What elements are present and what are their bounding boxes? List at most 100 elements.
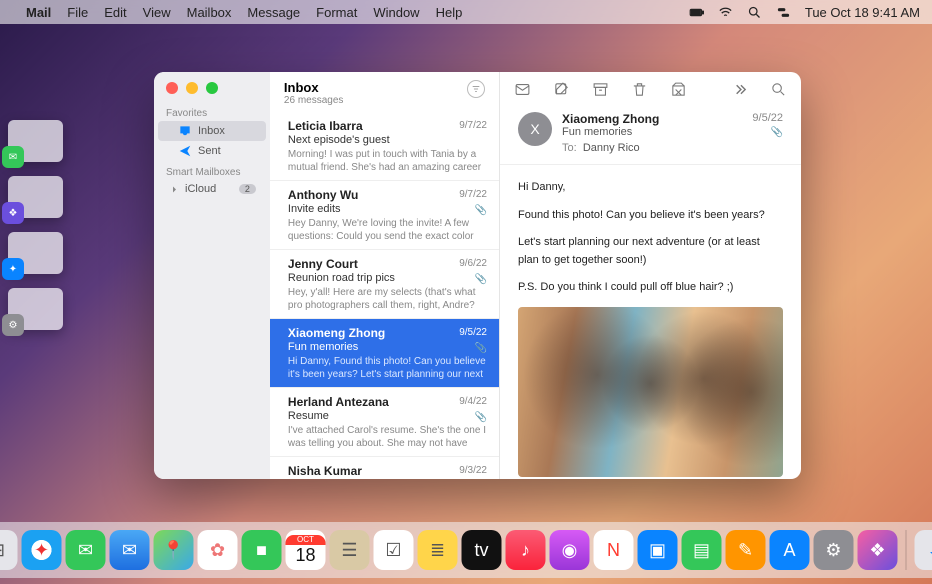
message-row[interactable]: Leticia Ibarra9/7/22Next episode's guest… [270, 112, 499, 181]
stage-thumb-messages[interactable]: ✉ [8, 120, 63, 162]
stage-manager: ✉ ❖ ✦ ⚙ [8, 120, 73, 330]
menu-help[interactable]: Help [436, 5, 463, 20]
dock-shortcuts[interactable]: ❖ [858, 530, 898, 570]
msg-preview: I've attached Carol's resume. She's the … [288, 424, 487, 448]
messages-icon: ✉ [2, 146, 24, 168]
battery-icon[interactable] [689, 5, 704, 20]
dock-maps[interactable]: 📍 [154, 530, 194, 570]
control-center-icon[interactable] [776, 5, 791, 20]
trash-icon[interactable] [631, 81, 648, 98]
message-row[interactable]: Nisha Kumar9/3/22Neighborhood gardenWe'r… [270, 457, 499, 479]
menu-format[interactable]: Format [316, 5, 357, 20]
messages-scroll[interactable]: Leticia Ibarra9/7/22Next episode's guest… [270, 112, 499, 479]
dock-downloads[interactable]: ⬇ [915, 530, 932, 570]
email-photo-attachment [518, 307, 783, 477]
close-button[interactable] [166, 82, 178, 94]
window-controls [154, 72, 270, 102]
attachment-icon: 📎 [475, 343, 487, 354]
message-list: Inbox 26 messages Leticia Ibarra9/7/22Ne… [270, 72, 500, 479]
sidebar-inbox[interactable]: Inbox [158, 121, 266, 141]
reader-from: Xiaomeng Zhong [562, 112, 742, 126]
attachment-icon: 📎 [475, 205, 487, 216]
dock-settings[interactable]: ⚙ [814, 530, 854, 570]
filter-icon [471, 84, 481, 94]
menu-file[interactable]: File [67, 5, 88, 20]
list-subtitle: 26 messages [284, 95, 343, 106]
message-row[interactable]: Herland Antezana9/4/22 📎Resume I've attach… [270, 388, 499, 457]
menu-message[interactable]: Message [247, 5, 300, 20]
msg-preview: Hi Danny, Found this photo! Can you beli… [288, 355, 487, 379]
msg-date: 9/4/22 [459, 396, 487, 407]
dock-messages[interactable]: ✉ [66, 530, 106, 570]
favorites-header: Favorites [154, 102, 270, 121]
dock: ☺⊞✦✉✉📍✿■OCT18☰☑≣tv♪◉N▣▤✎A⚙❖⬇🗑 [0, 522, 932, 578]
dock-calendar[interactable]: OCT18 [286, 530, 326, 570]
msg-subject: Resume [288, 410, 487, 422]
compose-icon[interactable] [553, 81, 570, 98]
msg-subject: Reunion road trip pics [288, 272, 487, 284]
menu-edit[interactable]: Edit [104, 5, 126, 20]
menu-view[interactable]: View [143, 5, 171, 20]
settings-icon: ⚙ [2, 314, 24, 336]
inbox-label: Inbox [198, 125, 225, 137]
archive-icon[interactable] [592, 81, 609, 98]
dock-safari[interactable]: ✦ [22, 530, 62, 570]
dock-news[interactable]: N [594, 530, 634, 570]
dock-keynote[interactable]: ▣ [638, 530, 678, 570]
smart-header: Smart Mailboxes [154, 161, 270, 180]
reader-to: To: Danny Rico [562, 142, 742, 154]
reader-body[interactable]: Hi Danny, Found this photo! Can you beli… [500, 165, 801, 479]
dock-launchpad[interactable]: ⊞ [0, 530, 18, 570]
msg-preview: Morning! I was put in touch with Tania b… [288, 148, 487, 172]
dock-notes[interactable]: ≣ [418, 530, 458, 570]
message-row[interactable]: Xiaomeng Zhong9/5/22📎Fun memoriesHi Dann… [270, 319, 499, 388]
menubar-clock[interactable]: Tue Oct 18 9:41 AM [805, 5, 920, 20]
sender-avatar: X [518, 112, 552, 146]
sidebar-icloud[interactable]: iCloud 2 [158, 180, 266, 198]
menu-window[interactable]: Window [373, 5, 419, 20]
message-row[interactable]: Anthony Wu9/7/22📎Invite editsHey Danny, … [270, 181, 499, 250]
dock-tv[interactable]: tv [462, 530, 502, 570]
wifi-icon[interactable] [718, 5, 733, 20]
dock-photos[interactable]: ✿ [198, 530, 238, 570]
app-menu[interactable]: Mail [26, 5, 51, 20]
msg-preview: Hey Danny, We're loving the invite! A fe… [288, 217, 487, 241]
sidebar-sent[interactable]: Sent [158, 141, 266, 161]
msg-subject: Fun memories [288, 341, 487, 353]
dock-facetime[interactable]: ■ [242, 530, 282, 570]
stage-thumb-shortcuts[interactable]: ❖ [8, 176, 63, 218]
msg-subject: Next episode's guest [288, 134, 487, 146]
dock-reminders[interactable]: ☑ [374, 530, 414, 570]
dock-mail[interactable]: ✉ [110, 530, 150, 570]
sent-icon [178, 144, 192, 158]
msg-from: Nisha Kumar [288, 464, 487, 478]
message-row[interactable]: Jenny Court9/6/22📎Reunion road trip pics… [270, 250, 499, 319]
junk-icon[interactable] [670, 81, 687, 98]
reader-toolbar [500, 72, 801, 106]
dock-numbers[interactable]: ▤ [682, 530, 722, 570]
search-icon[interactable] [770, 81, 787, 98]
stage-thumb-safari[interactable]: ✦ [8, 232, 63, 274]
sent-label: Sent [198, 145, 221, 157]
dock-podcasts[interactable]: ◉ [550, 530, 590, 570]
more-icon[interactable] [731, 81, 748, 98]
dock-appstore[interactable]: A [770, 530, 810, 570]
dock-music[interactable]: ♪ [506, 530, 546, 570]
attachment-icon: 📎 [475, 412, 487, 423]
msg-from: Herland Antezana [288, 395, 487, 409]
msg-date: 9/7/22 [459, 189, 487, 200]
stage-thumb-settings[interactable]: ⚙ [8, 288, 63, 330]
spotlight-icon[interactable] [747, 5, 762, 20]
reader-header: X Xiaomeng Zhong Fun memories To: Danny … [500, 106, 801, 165]
reply-icon[interactable] [514, 81, 531, 98]
zoom-button[interactable] [206, 82, 218, 94]
filter-button[interactable] [467, 80, 485, 98]
icloud-label: iCloud [185, 183, 216, 195]
menu-mailbox[interactable]: Mailbox [187, 5, 232, 20]
dock-pages[interactable]: ✎ [726, 530, 766, 570]
msg-from: Anthony Wu [288, 188, 487, 202]
list-header: Inbox 26 messages [270, 72, 499, 112]
dock-contacts[interactable]: ☰ [330, 530, 370, 570]
minimize-button[interactable] [186, 82, 198, 94]
msg-preview: Hey, y'all! Here are my selects (that's … [288, 286, 487, 310]
